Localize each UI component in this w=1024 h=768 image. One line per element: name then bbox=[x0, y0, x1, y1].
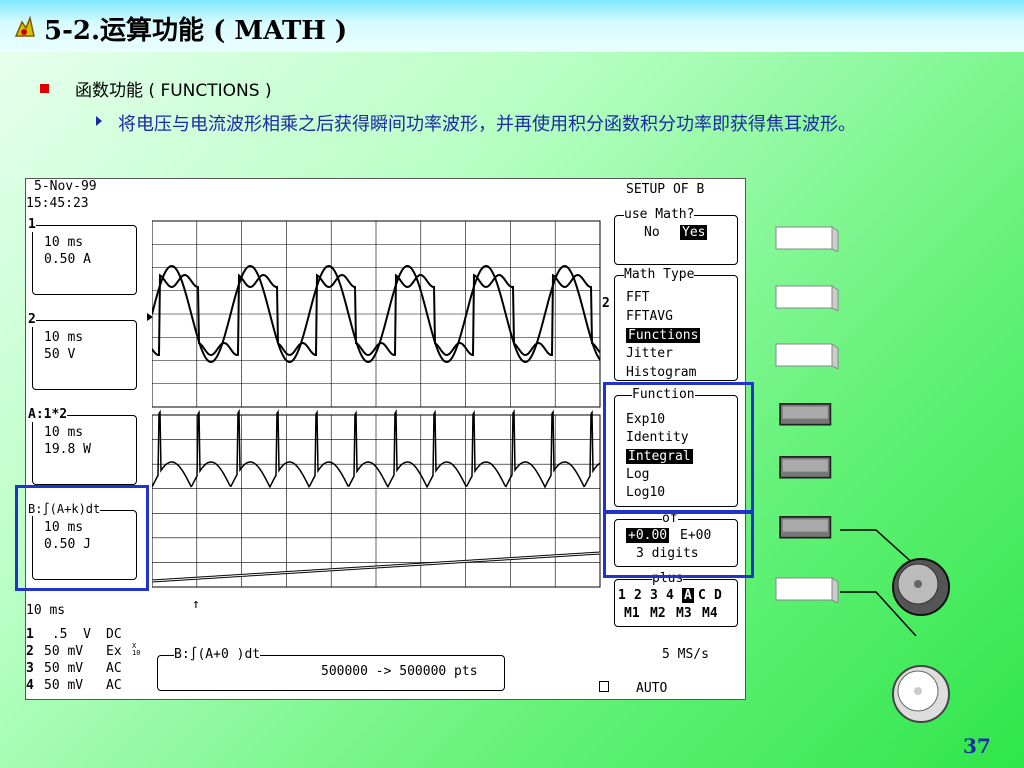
sample-rate: 5 MS/s bbox=[662, 647, 709, 662]
plus-source-2[interactable]: 2 bbox=[634, 588, 642, 603]
input-row-3-ch: 3 bbox=[26, 661, 34, 676]
soft-key-4[interactable] bbox=[775, 403, 839, 429]
scope-time: 15:45:23 bbox=[26, 196, 89, 211]
channel-2-timebase: 10 ms bbox=[44, 330, 84, 345]
input-row-4-value: 50 mV bbox=[44, 678, 84, 693]
bottom-timebase: 10 ms bbox=[26, 603, 66, 618]
use-math-no[interactable]: No bbox=[644, 225, 660, 240]
plus-source-D[interactable]: D bbox=[714, 588, 722, 603]
math-type-item-fftavg[interactable]: FFTAVG bbox=[626, 309, 673, 324]
of-menu-highlight bbox=[603, 510, 754, 578]
adjust-knob-dark[interactable] bbox=[890, 556, 952, 618]
channel-2-marker: 2 bbox=[602, 296, 610, 311]
function-a-scale: 19.8 W bbox=[44, 442, 91, 457]
plus-source-3[interactable]: 3 bbox=[650, 588, 658, 603]
math-type-label: Math Type bbox=[624, 267, 695, 282]
bullet-functions: 函数功能 ( FUNCTIONS ) bbox=[75, 81, 272, 101]
use-math-box[interactable] bbox=[614, 215, 738, 265]
bullet-description: 将电压与电流波形相乘之后获得瞬间功率波形，并再使用积分函数积分功率即获得焦耳波形… bbox=[118, 114, 856, 135]
logo-icon bbox=[14, 15, 35, 37]
input-row-3-value: 50 mV bbox=[44, 661, 84, 676]
bullet-arrow-icon bbox=[96, 116, 102, 126]
input-row-2-coupling: Ex bbox=[106, 644, 122, 659]
ground-marker-icon bbox=[147, 313, 153, 321]
soft-key-3[interactable] bbox=[775, 343, 839, 369]
bullet-square-icon bbox=[40, 84, 49, 93]
channel-1-tag: 1 bbox=[28, 217, 36, 232]
points-readout: 500000 -> 500000 pts bbox=[321, 664, 478, 679]
input-row-4-coupling: AC bbox=[106, 678, 122, 693]
soft-key-6[interactable] bbox=[775, 516, 839, 542]
menu-header: SETUP OF B bbox=[626, 182, 705, 197]
math-type-item-functions[interactable]: Functions bbox=[626, 328, 701, 343]
plus-memory-M3[interactable]: M3 bbox=[676, 606, 692, 621]
input-row-1-value: .5 V bbox=[44, 627, 91, 642]
function-a-tag: A:1*2 bbox=[28, 407, 68, 422]
soft-key-2[interactable] bbox=[775, 285, 839, 311]
use-math-label: use Math? bbox=[624, 207, 695, 222]
math-type-item-fft[interactable]: FFT bbox=[626, 290, 649, 305]
soft-key-1[interactable] bbox=[775, 226, 839, 252]
trigger-indicator-icon bbox=[599, 681, 609, 692]
input-row-3-coupling: AC bbox=[106, 661, 122, 676]
input-row-2-ch: 2 bbox=[26, 644, 34, 659]
formula-text: B:∫(A+0 )dt bbox=[174, 647, 261, 662]
page-number: 37 bbox=[963, 734, 991, 758]
scope-date: 5-Nov-99 bbox=[34, 179, 97, 194]
channel-2-scale: 50 V bbox=[44, 347, 76, 362]
plus-memory-M1[interactable]: M1 bbox=[624, 606, 640, 621]
plus-source-1[interactable]: 1 bbox=[618, 588, 626, 603]
input-row-1-ch: 1 bbox=[26, 627, 34, 642]
selected-trace-highlight bbox=[15, 485, 149, 591]
adjust-knob-light[interactable] bbox=[890, 663, 952, 725]
input-row-2-value: 50 mV bbox=[44, 644, 84, 659]
ex-note: X 10 bbox=[132, 642, 141, 657]
use-math-yes[interactable]: Yes bbox=[680, 225, 708, 240]
channel-1-timebase: 10 ms bbox=[44, 235, 84, 250]
channel-1-scale: 0.50 A bbox=[44, 252, 91, 267]
input-row-4-ch: 4 bbox=[26, 678, 34, 693]
waveform-grid bbox=[152, 220, 601, 588]
plus-memory-M4[interactable]: M4 bbox=[702, 606, 718, 621]
math-type-item-histogram[interactable]: Histogram bbox=[626, 365, 696, 380]
plus-source-A[interactable]: A bbox=[682, 588, 694, 603]
input-row-1-coupling: DC bbox=[106, 627, 122, 642]
channel-2-tag: 2 bbox=[28, 312, 36, 327]
slide-title: 5-2.运算功能 ( MATH ) bbox=[44, 16, 348, 46]
trigger-mode: AUTO bbox=[636, 681, 668, 696]
function-menu-highlight bbox=[603, 382, 754, 514]
math-type-item-jitter[interactable]: Jitter bbox=[626, 346, 673, 361]
trigger-arrow-icon: ↑ bbox=[192, 597, 200, 612]
plus-source-C[interactable]: C bbox=[698, 588, 706, 603]
plus-source-4[interactable]: 4 bbox=[666, 588, 674, 603]
soft-key-5[interactable] bbox=[775, 456, 839, 482]
function-a-timebase: 10 ms bbox=[44, 425, 84, 440]
title-bar: 5-2.运算功能 ( MATH ) bbox=[0, 0, 1024, 52]
plus-memory-M2[interactable]: M2 bbox=[650, 606, 666, 621]
soft-key-7[interactable] bbox=[775, 577, 839, 603]
